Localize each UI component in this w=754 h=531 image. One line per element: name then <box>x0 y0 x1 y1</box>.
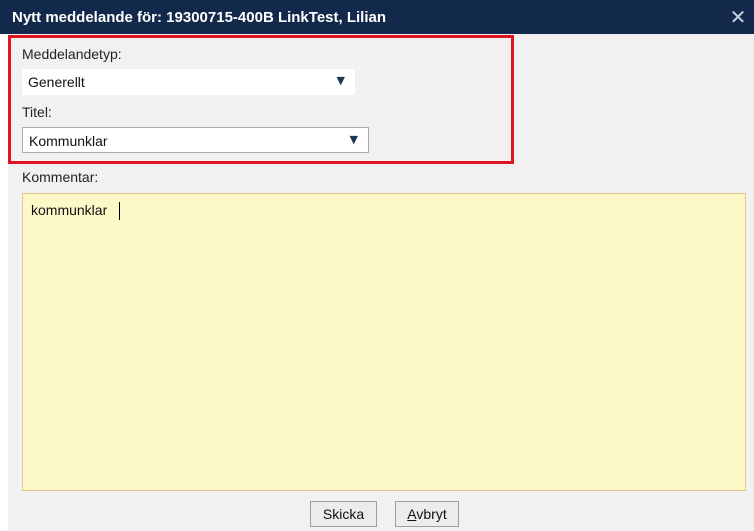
close-icon[interactable]: ✕ <box>726 5 750 29</box>
title-label: Titel: <box>22 104 52 120</box>
title-select[interactable]: Kommunklar ▼ <box>22 127 369 153</box>
comment-text: kommunklar <box>31 202 108 218</box>
comment-label: Kommentar: <box>22 169 99 185</box>
send-button-label: Skicka <box>322 506 365 522</box>
cancel-accesskey: A <box>407 506 417 522</box>
comment-textarea[interactable]: kommunklar <box>22 193 746 491</box>
cancel-button-label: Avbryt <box>407 506 447 522</box>
text-cursor <box>119 202 120 220</box>
cancel-button[interactable]: Avbryt <box>395 501 459 527</box>
dropdown-arrow-icon: ▼ <box>349 133 358 146</box>
dropdown-arrow-icon: ▼ <box>336 74 345 87</box>
message-type-label: Meddelandetyp: <box>22 46 122 62</box>
dialog-title: Nytt meddelande för: 19300715-400B LinkT… <box>12 9 387 26</box>
title-value: Kommunklar <box>29 133 108 149</box>
dialog-titlebar: Nytt meddelande för: 19300715-400B LinkT… <box>0 0 754 34</box>
message-type-value: Generellt <box>28 74 85 90</box>
send-button[interactable]: Skicka <box>310 501 377 527</box>
message-type-select[interactable]: Generellt ▼ <box>22 69 355 95</box>
